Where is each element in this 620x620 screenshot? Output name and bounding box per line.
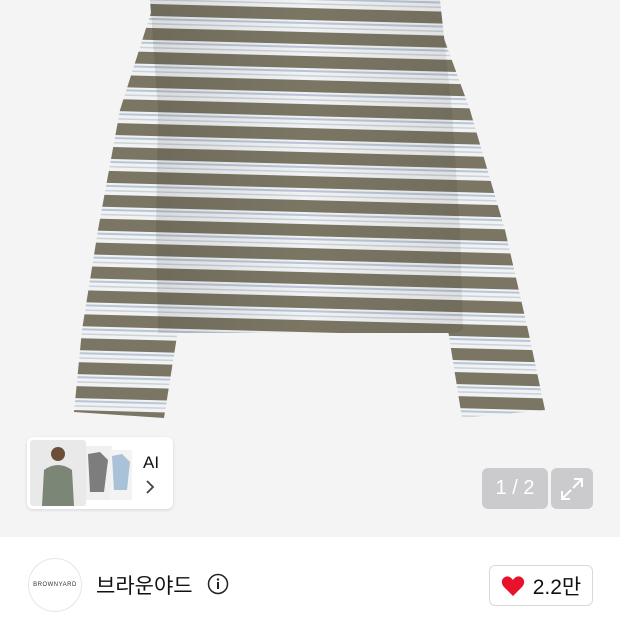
- like-button[interactable]: 2.2만: [489, 565, 593, 606]
- expand-icon: [561, 477, 583, 500]
- brand-name[interactable]: 브라운야드: [96, 570, 193, 600]
- ai-style-card[interactable]: AI: [27, 437, 173, 509]
- brand-logo-text: BROWNYARD: [33, 582, 77, 588]
- heart-icon: [501, 575, 524, 596]
- brand-bar: BROWNYARD 브라운야드 2.2만: [0, 537, 620, 620]
- like-count: 2.2만: [532, 575, 582, 599]
- brand-logo[interactable]: BROWNYARD: [28, 558, 82, 612]
- page-indicator: 1 / 2: [482, 468, 548, 509]
- info-icon[interactable]: [207, 573, 229, 595]
- chevron-right-icon: [146, 480, 155, 494]
- ai-label: AI: [143, 453, 160, 472]
- product-image-gallery[interactable]: AI 1 / 2: [0, 0, 620, 537]
- page-indicator-text: 1 / 2: [495, 477, 535, 499]
- ai-thumbnails: [30, 440, 132, 506]
- fullscreen-button[interactable]: [551, 468, 593, 509]
